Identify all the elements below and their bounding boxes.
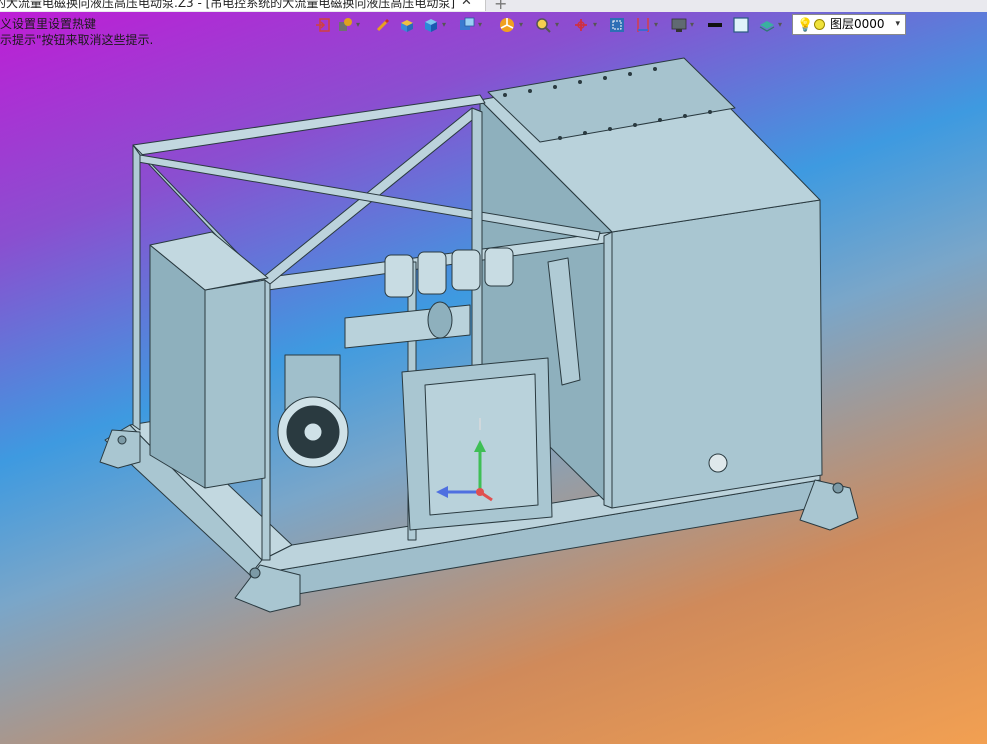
- hydraulic-pump-model[interactable]: [99, 57, 859, 613]
- foot-hole: [249, 567, 261, 579]
- frame-post-back-right: [471, 107, 483, 381]
- foot-hole: [117, 435, 127, 445]
- model-viewport[interactable]: [0, 0, 987, 744]
- coupling-ring: [427, 301, 453, 339]
- motor-fan-hub: [303, 422, 323, 442]
- electrical-box-front: [204, 279, 266, 489]
- axis-origin: [476, 488, 484, 496]
- foot-front-left: [234, 564, 301, 613]
- drain-plug: [708, 453, 728, 473]
- frame-post-right: [603, 231, 613, 509]
- frame-post-back-left: [132, 144, 141, 431]
- foot-back-left: [99, 429, 141, 469]
- foot-hole: [832, 482, 844, 494]
